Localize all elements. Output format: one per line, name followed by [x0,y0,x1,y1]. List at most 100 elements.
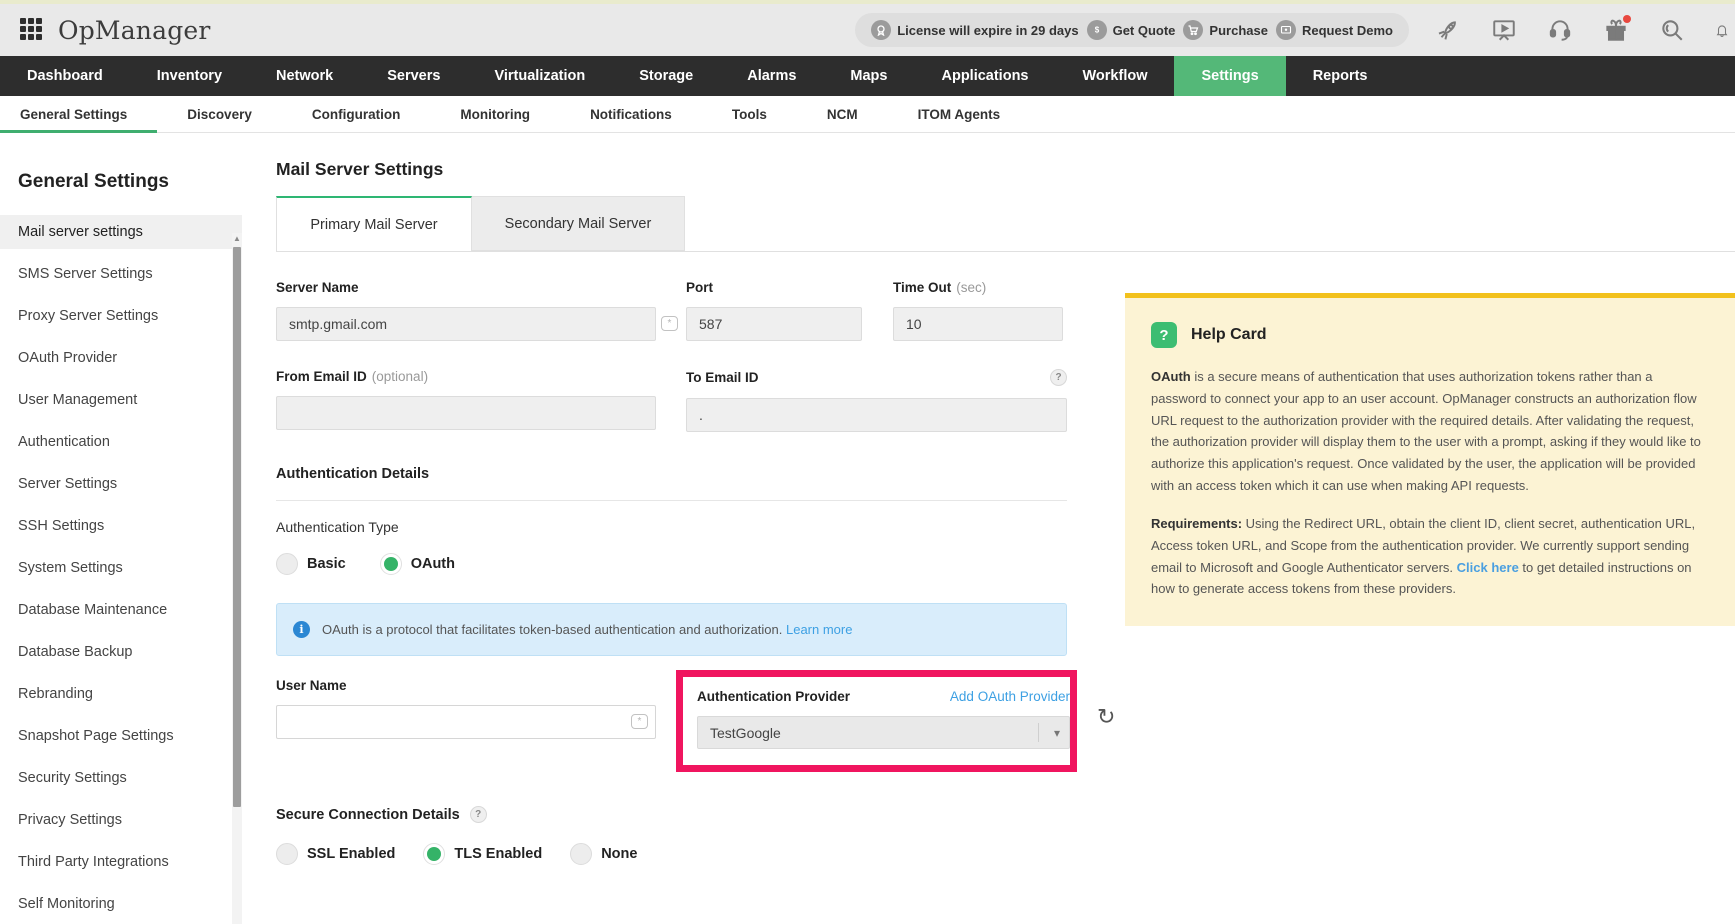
server-name-input[interactable] [276,307,656,341]
sidebar-item-proxy-server-settings[interactable]: Proxy Server Settings [0,299,242,333]
port-label: Port [686,280,713,295]
radio-tls-circle[interactable] [423,843,446,865]
alarm-bell-icon[interactable] [1715,17,1729,43]
help-card: ? Help Card OAuth is a secure means of a… [1125,293,1735,627]
learn-more-link[interactable]: Learn more [786,622,852,637]
sidebar-item-security-settings[interactable]: Security Settings [0,761,242,795]
purchase-button[interactable]: Purchase [1183,20,1268,40]
radio-ssl-enabled[interactable]: SSL Enabled [276,843,395,865]
tab-secondary-mail-server[interactable]: Secondary Mail Server [472,196,685,251]
nav-tab-inventory[interactable]: Inventory [130,56,249,96]
license-text: License will expire in 29 days [897,22,1079,38]
mail-server-settings-panel: Mail Server Settings Primary Mail Server… [242,133,1735,924]
sidebar-item-oauth-provider[interactable]: OAuth Provider [0,341,242,375]
sidebar-item-self-monitoring[interactable]: Self Monitoring [0,887,242,921]
request-demo-button[interactable]: Request Demo [1275,20,1393,40]
radio-none-label: None [601,846,638,862]
nav-tab-dashboard[interactable]: Dashboard [0,56,130,96]
sidebar-item-database-maintenance[interactable]: Database Maintenance [0,593,242,627]
port-input[interactable] [686,307,862,341]
page-title: Mail Server Settings [276,159,444,179]
license-status[interactable]: License will expire in 29 days [871,20,1079,40]
subnav-general-settings[interactable]: General Settings [0,96,158,133]
from-email-input[interactable] [276,396,656,430]
nav-tab-applications[interactable]: Applications [914,56,1055,96]
radio-ssl-circle[interactable] [276,843,298,865]
get-quote-button[interactable]: $ Get Quote [1086,20,1176,40]
nav-tab-servers[interactable]: Servers [360,56,467,96]
nav-tab-maps[interactable]: Maps [823,56,914,96]
radio-none-circle[interactable] [570,843,593,865]
to-email-input[interactable] [686,398,1067,432]
whats-new-rocket-icon[interactable] [1435,17,1461,43]
help-paragraph-oauth: OAuth is a secure means of authenticatio… [1151,369,1701,494]
radio-basic-circle[interactable] [276,553,298,575]
secure-connection-help-icon[interactable]: ? [469,806,487,823]
oauth-info-banner: i OAuth is a protocol that facilitates t… [276,603,1067,656]
tab-primary-mail-server[interactable]: Primary Mail Server [276,196,472,251]
support-headset-icon[interactable] [1547,17,1573,43]
sidebar-item-mail-server-settings[interactable]: Mail server settings [0,215,242,249]
to-email-help-icon[interactable]: ? [1050,369,1067,386]
user-name-input[interactable] [276,705,656,739]
mail-server-tabs: Primary Mail Server Secondary Mail Serve… [276,196,1735,252]
help-card-title: Help Card [1191,326,1267,343]
secure-connection-radio-group: SSL Enabled TLS Enabled None [276,843,1067,865]
sidebar-item-third-party-integrations[interactable]: Third Party Integrations [0,845,242,879]
section-divider [276,500,1067,501]
timeout-input[interactable] [893,307,1063,341]
add-oauth-provider-link[interactable]: Add OAuth Provider [950,689,1070,704]
sidebar-item-rebranding[interactable]: Rebranding [0,677,242,711]
cart-icon [1183,20,1204,40]
header-right: License will expire in 29 days $ Get Quo… [855,13,1728,47]
training-video-icon[interactable] [1491,17,1517,43]
auth-provider-select[interactable]: TestGoogle ▾ [697,716,1070,749]
radio-none[interactable]: None [570,843,637,865]
get-quote-label: Get Quote [1112,22,1176,38]
sidebar-item-ssh-settings[interactable]: SSH Settings [0,509,242,543]
sidebar-item-authentication[interactable]: Authentication [0,425,242,459]
refresh-providers-button[interactable]: ↻ [1097,706,1115,728]
nav-tab-workflow[interactable]: Workflow [1056,56,1175,96]
sidebar-item-server-settings[interactable]: Server Settings [0,467,242,501]
subnav-discovery[interactable]: Discovery [157,96,282,132]
nav-tab-settings[interactable]: Settings [1174,56,1286,96]
radio-tls-enabled[interactable]: TLS Enabled [423,843,542,865]
search-icon[interactable] [1659,17,1685,43]
radio-oauth-circle[interactable] [379,553,402,575]
nav-tab-storage[interactable]: Storage [612,56,720,96]
subnav-itom-agents[interactable]: ITOM Agents [888,96,1031,132]
sidebar-item-database-backup[interactable]: Database Backup [0,635,242,669]
sidebar-item-sms-server-settings[interactable]: SMS Server Settings [0,257,242,291]
header-icons [1435,15,1729,43]
subnav-configuration[interactable]: Configuration [282,96,430,132]
click-here-link[interactable]: Click here [1457,560,1519,575]
scrollbar-up-arrow[interactable]: ▲ [233,235,241,243]
radio-oauth[interactable]: OAuth [379,553,455,575]
subnav-tools[interactable]: Tools [702,96,797,132]
subnav-notifications[interactable]: Notifications [560,96,702,132]
app-grid-icon[interactable] [20,18,44,42]
license-badge-icon [871,20,892,40]
nav-tab-alarms[interactable]: Alarms [720,56,823,96]
scrollbar-thumb[interactable] [233,247,241,807]
sidebar-item-privacy-settings[interactable]: Privacy Settings [0,803,242,837]
authentication-type-label: Authentication Type [276,519,399,535]
sidebar-scrollbar[interactable]: ▲ [232,233,242,924]
rewards-gift-icon[interactable] [1603,15,1631,43]
sidebar-item-user-management[interactable]: User Management [0,383,242,417]
nav-tab-network[interactable]: Network [249,56,360,96]
subnav-monitoring[interactable]: Monitoring [430,96,560,132]
radio-basic[interactable]: Basic [276,553,346,575]
sidebar-item-snapshot-page-settings[interactable]: Snapshot Page Settings [0,719,242,753]
nav-tab-virtualization[interactable]: Virtualization [467,56,612,96]
chevron-down-icon[interactable]: ▾ [1054,726,1060,740]
nav-tab-reports[interactable]: Reports [1286,56,1395,96]
macro-picker-icon[interactable]: * [661,316,678,331]
sidebar-item-system-settings[interactable]: System Settings [0,551,242,585]
macro-picker-icon[interactable]: * [631,714,648,729]
auth-provider-label: Authentication Provider [697,689,851,704]
radio-oauth-label: OAuth [410,556,455,572]
license-pill: License will expire in 29 days $ Get Quo… [855,13,1409,47]
subnav-ncm[interactable]: NCM [797,96,888,132]
